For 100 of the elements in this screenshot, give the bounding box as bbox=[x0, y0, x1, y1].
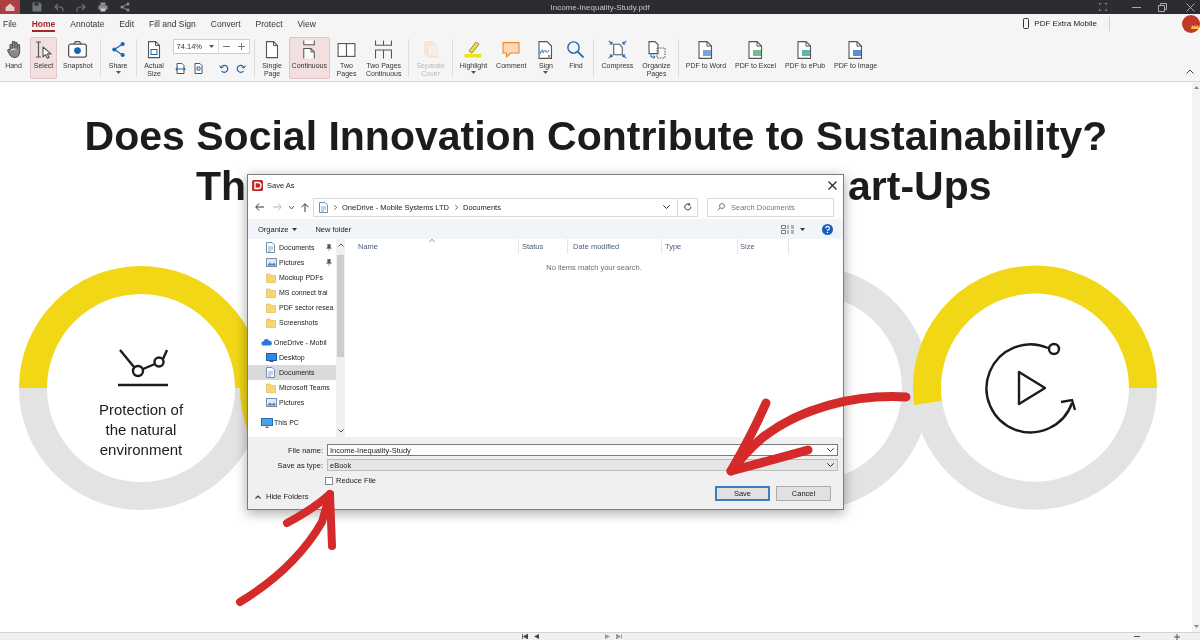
scroll-down-icon[interactable] bbox=[1193, 625, 1199, 628]
caret-icon[interactable] bbox=[827, 448, 834, 452]
folder-icon bbox=[266, 302, 276, 313]
folder-icon bbox=[266, 382, 276, 393]
caret-icon bbox=[827, 463, 834, 467]
continuous-pages-icon bbox=[302, 40, 317, 59]
home-icon[interactable] bbox=[0, 0, 20, 14]
document-icon bbox=[319, 201, 328, 213]
two-pages-continuous-icon bbox=[374, 40, 394, 59]
restore-icon[interactable] bbox=[1158, 2, 1167, 12]
compress-icon bbox=[607, 40, 627, 59]
pin-icon bbox=[326, 244, 332, 251]
menu-tab[interactable]: Edit bbox=[119, 15, 134, 32]
folder-icon bbox=[266, 287, 276, 298]
share-icon bbox=[111, 41, 125, 58]
first-page-icon[interactable] bbox=[522, 634, 528, 639]
minimize-icon[interactable] bbox=[1132, 6, 1141, 8]
page-icon bbox=[147, 40, 162, 59]
highlighter-icon bbox=[464, 41, 483, 58]
search-icon bbox=[567, 41, 585, 58]
circle-caption: Protection of the natural environment bbox=[97, 400, 185, 460]
menu-tab[interactable]: Annotate bbox=[70, 15, 105, 32]
pin-icon bbox=[326, 259, 332, 266]
hand-icon bbox=[6, 41, 21, 58]
signature-icon bbox=[538, 40, 554, 59]
caret-icon[interactable] bbox=[800, 227, 805, 231]
refresh-icon bbox=[683, 203, 692, 211]
full-screen-icon[interactable] bbox=[1099, 3, 1107, 11]
computer-icon bbox=[261, 417, 273, 428]
up-arrow-icon[interactable] bbox=[301, 202, 309, 212]
comment-icon bbox=[502, 41, 521, 58]
document-heading: Does Social Innovation Contribute to Sustainability? bbox=[83, 112, 1109, 161]
print-icon[interactable] bbox=[98, 2, 108, 12]
fit-page-icon[interactable] bbox=[192, 63, 204, 74]
document-title: Income-Inequality-Study.pdf bbox=[550, 2, 650, 12]
caret-icon bbox=[292, 227, 298, 231]
view-options-icon[interactable] bbox=[781, 224, 795, 234]
help-icon[interactable] bbox=[822, 223, 833, 235]
refresh-button[interactable] bbox=[678, 197, 698, 217]
save-icon[interactable] bbox=[32, 2, 42, 12]
spreadsheet-file-icon bbox=[748, 40, 763, 59]
menu-tab[interactable]: File bbox=[3, 15, 17, 32]
menu-tab[interactable]: Protect bbox=[255, 15, 283, 32]
avatar-icon[interactable] bbox=[1182, 14, 1200, 33]
document-icon bbox=[266, 242, 275, 253]
caret-icon bbox=[208, 45, 214, 48]
caret-up-icon bbox=[255, 494, 261, 499]
previous-page-icon[interactable] bbox=[534, 634, 539, 639]
line-chart-icon bbox=[118, 348, 169, 387]
scrollbar[interactable] bbox=[336, 239, 345, 437]
two-pages-icon bbox=[337, 42, 356, 57]
menu-tab[interactable]: View bbox=[297, 15, 316, 32]
camera-icon bbox=[68, 41, 88, 58]
app-icon bbox=[252, 179, 263, 191]
close-icon[interactable] bbox=[828, 180, 837, 190]
heading-fragment: art-Ups bbox=[848, 162, 992, 211]
caret-icon[interactable] bbox=[663, 205, 670, 209]
rotate-left-icon[interactable] bbox=[218, 64, 229, 73]
scroll-down-icon[interactable] bbox=[337, 429, 344, 433]
scrollbar-thumb[interactable] bbox=[337, 255, 344, 357]
pages-icon bbox=[423, 41, 438, 58]
menu-tab[interactable]: Fill and Sign bbox=[149, 15, 196, 32]
page-icon bbox=[265, 40, 280, 59]
heading-fragment: Th bbox=[195, 162, 246, 211]
fit-width-icon[interactable] bbox=[174, 63, 186, 74]
close-icon[interactable] bbox=[1186, 2, 1195, 12]
minus-icon bbox=[222, 46, 230, 47]
checkbox[interactable] bbox=[325, 476, 333, 485]
zoom-in-icon[interactable] bbox=[1174, 633, 1180, 640]
chevron-right-icon bbox=[334, 204, 337, 210]
share-icon[interactable] bbox=[120, 2, 130, 12]
picture-icon bbox=[266, 258, 277, 267]
folder-icon bbox=[266, 272, 276, 283]
scroll-up-icon[interactable] bbox=[1193, 86, 1199, 89]
caret-icon[interactable] bbox=[289, 205, 294, 209]
folder-icon bbox=[266, 317, 276, 328]
ebook-file-icon bbox=[797, 40, 813, 59]
scrollbar[interactable] bbox=[1192, 82, 1200, 632]
back-arrow-icon[interactable] bbox=[255, 203, 264, 211]
scroll-up-icon[interactable] bbox=[337, 243, 344, 247]
undo-icon[interactable] bbox=[54, 2, 64, 12]
chevron-right-icon bbox=[455, 204, 458, 210]
word-file-icon bbox=[698, 40, 714, 59]
collapse-ribbon-icon[interactable] bbox=[1186, 69, 1194, 74]
organize-pages-icon bbox=[647, 40, 666, 59]
text-cursor-icon bbox=[35, 40, 52, 59]
redo-icon[interactable] bbox=[76, 2, 86, 12]
sort-caret-icon bbox=[428, 239, 435, 242]
cloud-icon bbox=[261, 339, 272, 346]
rotate-right-icon[interactable] bbox=[235, 64, 246, 73]
play-cycle-icon bbox=[985, 342, 1077, 434]
mobile-app-link[interactable]: PDF Extra Mobile bbox=[1023, 18, 1097, 29]
search-icon bbox=[717, 203, 725, 211]
menu-tab[interactable]: Convert bbox=[210, 15, 241, 32]
plus-icon bbox=[237, 43, 245, 50]
desktop-icon bbox=[266, 353, 277, 362]
phone-icon bbox=[1023, 18, 1030, 29]
menu-tab[interactable]: Home bbox=[31, 15, 56, 32]
picture-icon bbox=[266, 398, 277, 407]
image-file-icon bbox=[848, 40, 864, 59]
